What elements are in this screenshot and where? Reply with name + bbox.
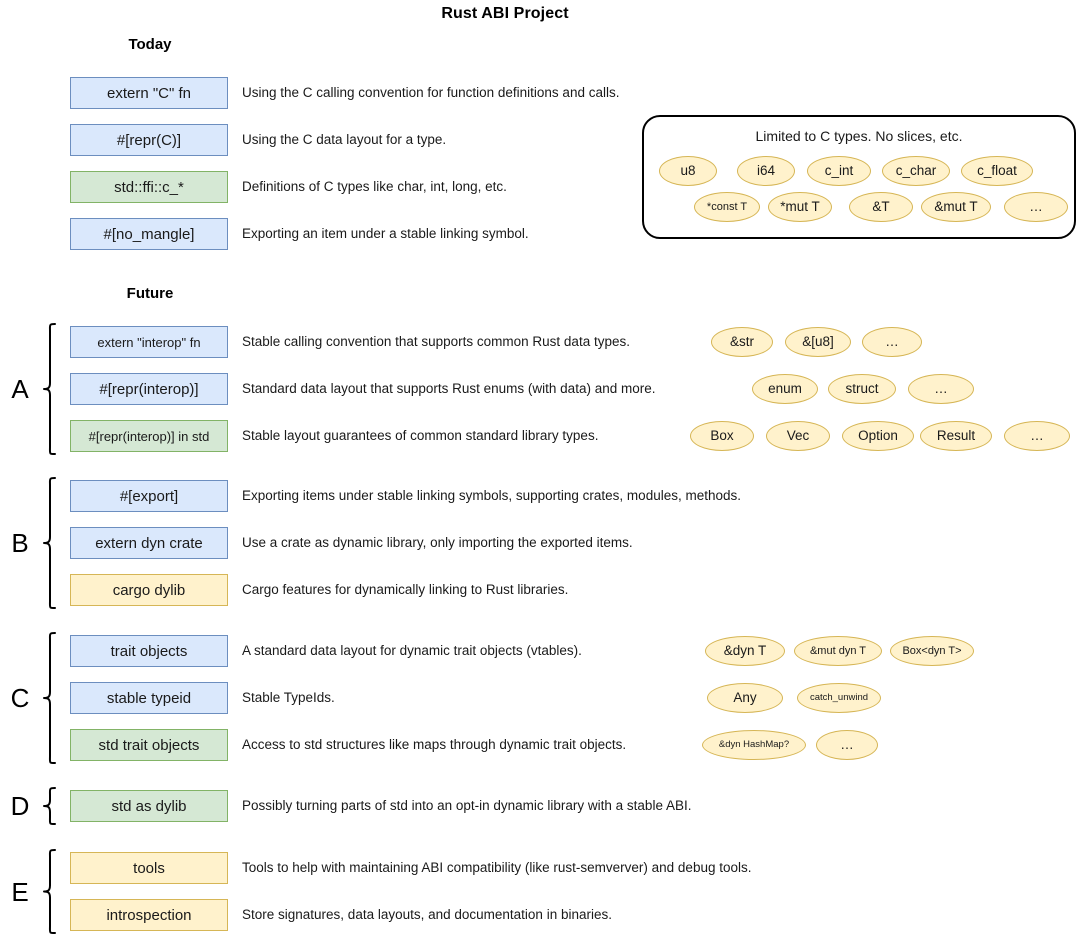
group-A-node-0[interactable]: extern "interop" fn bbox=[70, 326, 228, 358]
group-A-node-1[interactable]: #[repr(interop)] bbox=[70, 373, 228, 405]
group-brace-D bbox=[43, 787, 56, 825]
group-letter-D: D bbox=[10, 791, 30, 821]
group-E-desc-0: Tools to help with maintaining ABI compa… bbox=[242, 860, 752, 875]
group-C-node-0[interactable]: trait objects bbox=[70, 635, 228, 667]
today-desc-3: Exporting an item under a stable linking… bbox=[242, 226, 529, 241]
today-desc-0: Using the C calling convention for funct… bbox=[242, 85, 620, 100]
group-letter-C: C bbox=[10, 683, 30, 713]
c-type-chip-c_int[interactable]: c_int bbox=[807, 156, 871, 186]
group-C-desc-1: Stable TypeIds. bbox=[242, 690, 335, 705]
group-A-chip-0[interactable]: &str bbox=[711, 327, 773, 357]
group-B-desc-0: Exporting items under stable linking sym… bbox=[242, 488, 741, 503]
group-C-chip-0[interactable]: &dyn T bbox=[705, 636, 785, 666]
group-brace-E bbox=[43, 849, 56, 934]
today-node-0[interactable]: extern "C" fn bbox=[70, 77, 228, 109]
group-A-desc-0: Stable calling convention that supports … bbox=[242, 334, 630, 349]
c-type-chip-…[interactable]: … bbox=[1004, 192, 1068, 222]
page-title: Rust ABI Project bbox=[441, 5, 569, 22]
group-D-node-0[interactable]: std as dylib bbox=[70, 790, 228, 822]
group-brace-C bbox=[43, 632, 56, 764]
c-type-chip-u8[interactable]: u8 bbox=[659, 156, 717, 186]
group-A-chip-4[interactable]: … bbox=[1004, 421, 1070, 451]
group-A-chip-1[interactable]: struct bbox=[828, 374, 896, 404]
group-A-chip-2[interactable]: … bbox=[862, 327, 922, 357]
group-A-chip-0[interactable]: Box bbox=[690, 421, 754, 451]
section-heading-today: Today bbox=[128, 36, 172, 53]
section-heading-future: Future bbox=[126, 285, 174, 302]
group-A-desc-1: Standard data layout that supports Rust … bbox=[242, 381, 656, 396]
group-D-desc-0: Possibly turning parts of std into an op… bbox=[242, 798, 692, 813]
group-brace-A bbox=[43, 323, 56, 455]
c-type-chip-c_float[interactable]: c_float bbox=[961, 156, 1033, 186]
c-type-chip-&mut T[interactable]: &mut T bbox=[921, 192, 991, 222]
group-A-chip-1[interactable]: &[u8] bbox=[785, 327, 851, 357]
group-C-node-2[interactable]: std trait objects bbox=[70, 729, 228, 761]
today-desc-2: Definitions of C types like char, int, l… bbox=[242, 179, 507, 194]
c-types-caption: Limited to C types. No slices, etc. bbox=[755, 128, 963, 144]
group-A-chip-2[interactable]: … bbox=[908, 374, 974, 404]
group-A-chip-3[interactable]: Result bbox=[920, 421, 992, 451]
group-C-chip-0[interactable]: &dyn HashMap? bbox=[702, 730, 806, 760]
group-A-chip-1[interactable]: Vec bbox=[766, 421, 830, 451]
group-brace-B bbox=[43, 477, 56, 609]
c-type-chip-&T[interactable]: &T bbox=[849, 192, 913, 222]
group-C-chip-2[interactable]: Box<dyn T> bbox=[890, 636, 974, 666]
group-C-chip-1[interactable]: &mut dyn T bbox=[794, 636, 882, 666]
c-type-chip-i64[interactable]: i64 bbox=[737, 156, 795, 186]
group-B-desc-2: Cargo features for dynamically linking t… bbox=[242, 582, 569, 597]
c-type-chip-c_char[interactable]: c_char bbox=[882, 156, 950, 186]
group-B-node-2[interactable]: cargo dylib bbox=[70, 574, 228, 606]
group-B-desc-1: Use a crate as dynamic library, only imp… bbox=[242, 535, 633, 550]
group-letter-E: E bbox=[11, 876, 29, 907]
group-letter-A: A bbox=[11, 374, 29, 404]
group-C-chip-1[interactable]: catch_unwind bbox=[797, 683, 881, 713]
group-A-chip-0[interactable]: enum bbox=[752, 374, 818, 404]
group-A-chip-2[interactable]: Option bbox=[842, 421, 914, 451]
group-C-chip-0[interactable]: Any bbox=[707, 683, 783, 713]
group-C-chip-1[interactable]: … bbox=[816, 730, 878, 760]
group-C-node-1[interactable]: stable typeid bbox=[70, 682, 228, 714]
today-node-3[interactable]: #[no_mangle] bbox=[70, 218, 228, 250]
group-E-desc-1: Store signatures, data layouts, and docu… bbox=[242, 907, 612, 922]
today-node-2[interactable]: std::ffi::c_* bbox=[70, 171, 228, 203]
group-B-node-1[interactable]: extern dyn crate bbox=[70, 527, 228, 559]
group-B-node-0[interactable]: #[export] bbox=[70, 480, 228, 512]
group-C-desc-2: Access to std structures like maps throu… bbox=[242, 737, 627, 752]
today-desc-1: Using the C data layout for a type. bbox=[242, 132, 447, 147]
group-E-node-1[interactable]: introspection bbox=[70, 899, 228, 931]
diagram-canvas: Rust ABI Project Today Future Limited to… bbox=[0, 0, 1080, 934]
group-A-desc-2: Stable layout guarantees of common stand… bbox=[242, 428, 599, 443]
group-A-node-2[interactable]: #[repr(interop)] in std bbox=[70, 420, 228, 452]
c-type-chip-*mut T[interactable]: *mut T bbox=[768, 192, 832, 222]
group-C-desc-0: A standard data layout for dynamic trait… bbox=[242, 643, 582, 658]
c-type-chip-*const T[interactable]: *const T bbox=[694, 192, 760, 222]
today-node-1[interactable]: #[repr(C)] bbox=[70, 124, 228, 156]
group-letter-B: B bbox=[11, 528, 29, 558]
group-E-node-0[interactable]: tools bbox=[70, 852, 228, 884]
